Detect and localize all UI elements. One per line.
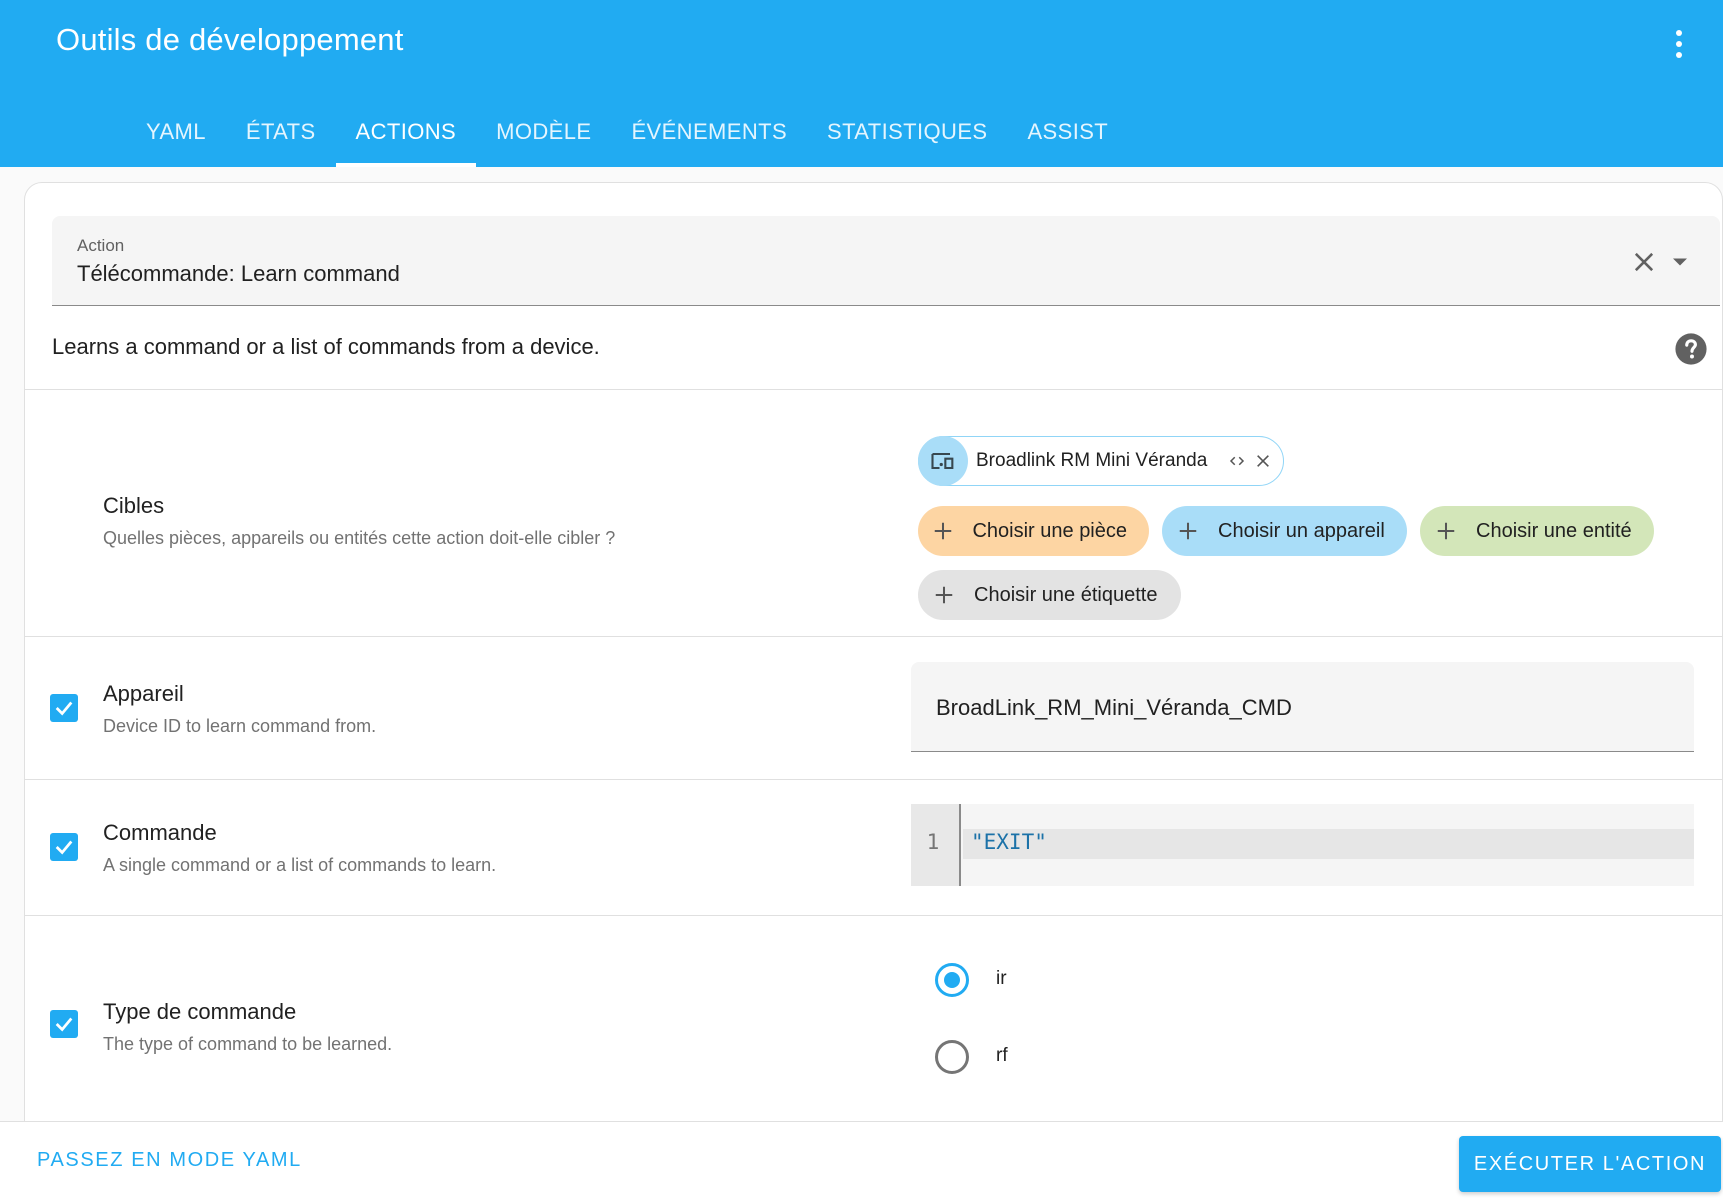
command-title: Commande [103,820,217,845]
command-type-row: Type de commande The type of command to … [25,916,1722,1121]
targets-row: Cibles Quelles pièces, appareils ou enti… [25,390,1722,637]
device-title: Appareil [103,681,184,706]
radio-ir-label: ir [996,968,1007,989]
action-description-row: Learns a command or a list of commands f… [25,306,1722,390]
action-description: Learns a command or a list of commands f… [52,334,600,359]
more-vertical-icon[interactable] [1659,24,1699,64]
run-action-button[interactable]: EXÉCUTER L'ACTION [1459,1136,1721,1192]
plus-icon [1176,519,1200,543]
tab-template[interactable]: MODÈLE [476,96,611,167]
tab-actions[interactable]: ACTIONS [335,96,477,167]
tab-statistics[interactable]: STATISTIQUES [807,96,1007,167]
line-number: 1 [926,830,940,854]
plus-icon [1434,519,1458,543]
command-code-editor[interactable]: 1 "EXIT" [911,804,1694,886]
app-header: Outils de développement YAML ÉTATS ACTIO… [0,0,1723,167]
selected-device-chip[interactable]: Broadlink RM Mini Véranda [918,436,1285,486]
device-subtitle: Device ID to learn command from. [103,716,377,736]
command-code-text: "EXIT" [971,830,1047,854]
plus-icon [932,583,956,607]
check-icon [55,840,73,855]
choose-entity-label: Choisir une entité [1476,519,1632,542]
devices-icon [918,436,968,486]
command-type-title: Type de commande [103,999,297,1024]
plus-icon [932,519,954,543]
tab-events[interactable]: ÉVÉNEMENTS [611,96,807,167]
action-select-value: Télécommande: Learn command [77,261,400,286]
tab-states[interactable]: ÉTATS [226,96,336,167]
device-checkbox[interactable] [50,694,78,722]
command-subtitle: A single command or a list of commands t… [103,855,497,875]
command-row: Commande A single command or a list of c… [25,780,1722,916]
choose-label-button[interactable]: Choisir une étiquette [918,570,1181,620]
close-icon[interactable] [1630,248,1658,276]
active-line-highlight [963,829,1694,859]
command-type-checkbox[interactable] [50,1010,78,1038]
choose-area-button[interactable]: Choisir une pièce [918,506,1149,556]
action-select-label: Action [77,236,125,255]
caret-down-icon[interactable] [1666,248,1694,276]
choose-entity-button[interactable]: Choisir une entité [1420,506,1654,556]
command-checkbox[interactable] [50,833,78,861]
choose-label-label: Choisir une étiquette [974,583,1158,606]
expand-code-icon[interactable] [1227,451,1247,471]
tab-yaml[interactable]: YAML [126,96,226,167]
device-input[interactable]: BroadLink_RM_Mini_Véranda_CMD [911,662,1694,752]
targets-subtitle: Quelles pièces, appareils ou entités cet… [103,528,616,548]
check-icon [55,1017,73,1032]
selected-device-label: Broadlink RM Mini Véranda [976,450,1208,471]
tab-bar: YAML ÉTATS ACTIONS MODÈLE ÉVÉNEMENTS STA… [126,96,1128,167]
radio-rf[interactable] [935,1040,969,1074]
targets-title: Cibles [103,493,165,518]
footer-bar: PASSEZ EN MODE YAML EXÉCUTER L'ACTION [0,1121,1723,1200]
radio-ir[interactable] [935,963,969,997]
page-title: Outils de développement [56,22,404,57]
action-card: Action Télécommande: Learn command Learn… [24,182,1723,1122]
tab-assist[interactable]: ASSIST [1007,96,1128,167]
check-icon [55,701,73,716]
choose-device-button[interactable]: Choisir un appareil [1162,506,1407,556]
device-input-value: BroadLink_RM_Mini_Véranda_CMD [936,695,1292,720]
radio-rf-label: rf [996,1045,1008,1066]
command-type-subtitle: The type of command to be learned. [103,1034,393,1054]
choose-area-label: Choisir une pièce [972,519,1127,542]
choose-device-label: Choisir un appareil [1218,519,1385,542]
yaml-mode-button[interactable]: PASSEZ EN MODE YAML [37,1149,302,1172]
action-select[interactable]: Action Télécommande: Learn command [52,216,1720,306]
remove-icon[interactable] [1253,451,1273,471]
help-icon[interactable] [1674,332,1708,366]
device-row: Appareil Device ID to learn command from… [25,637,1722,780]
